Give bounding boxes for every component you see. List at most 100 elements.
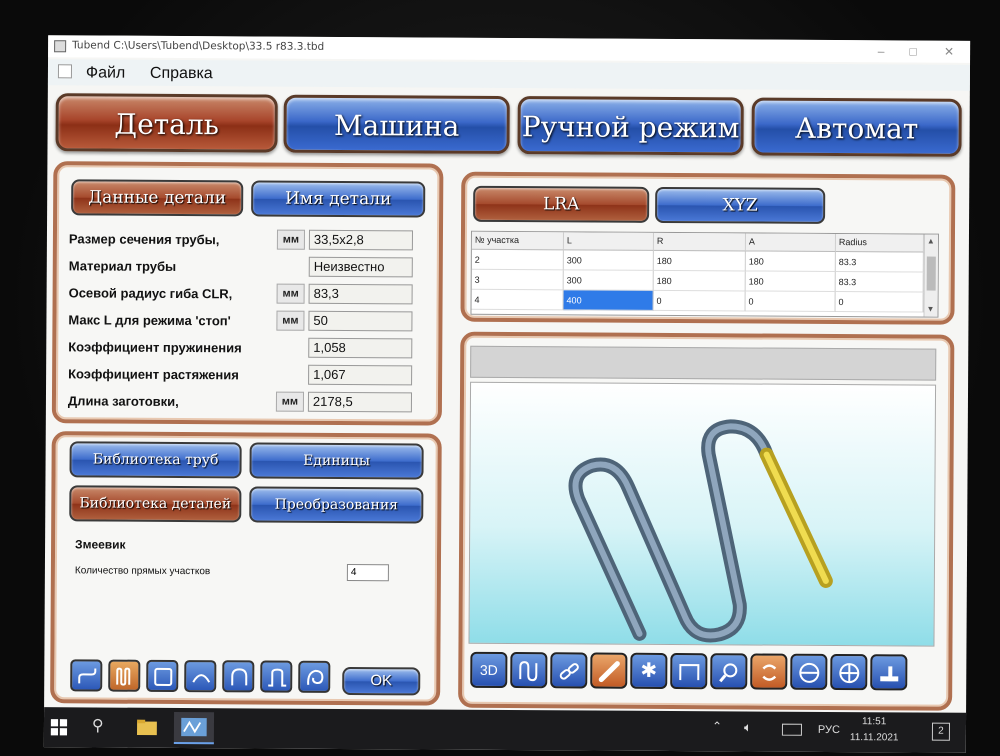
tube-library-button[interactable]: Библиотека труб [69, 441, 242, 479]
unit-label: мм [276, 283, 305, 304]
clr-field[interactable]: 83,3 [308, 283, 413, 305]
zoom-icon[interactable] [710, 653, 748, 690]
table-cell[interactable]: 0 [653, 290, 746, 312]
tubend-taskbar-icon[interactable] [173, 711, 215, 745]
tube-highlight [572, 423, 770, 639]
springback-field[interactable]: 1,058 [308, 337, 413, 359]
table-cell[interactable]: 0 [835, 292, 924, 313]
column-header: Radius [835, 234, 924, 253]
system-menu-icon[interactable] [57, 64, 73, 79]
rotate-icon[interactable] [750, 653, 788, 690]
field-label: Макс L для режима 'стоп' [68, 312, 231, 329]
unit-label: мм [276, 310, 305, 331]
table-cell[interactable]: 3 [471, 269, 564, 291]
3d-viewer[interactable] [468, 381, 937, 647]
minimize-button[interactable]: – [868, 43, 894, 59]
3d-view-icon[interactable]: 3D [470, 651, 508, 689]
table-scrollbar[interactable]: ▲ ▼ [923, 234, 938, 317]
tab-manual-mode[interactable]: Ручной режим [517, 96, 744, 156]
scroll-down-icon[interactable]: ▼ [926, 305, 934, 314]
table-cell[interactable]: 180 [745, 251, 836, 273]
u-shape-icon[interactable] [222, 660, 255, 693]
pipe-icon[interactable] [590, 652, 628, 689]
serpentine-shape-icon[interactable] [108, 659, 141, 692]
straight-count-label: Количество прямых участков [74, 565, 211, 578]
max-l-stop-field[interactable]: 50 [308, 310, 413, 332]
scroll-up-icon[interactable]: ▲ [927, 237, 935, 246]
straight-count-input[interactable]: 4 [346, 564, 389, 582]
table-cell[interactable]: 300 [563, 270, 654, 291]
elongation-field[interactable]: 1,067 [308, 364, 413, 386]
start-button[interactable] [50, 715, 70, 739]
tube-final-segment-highlight [763, 451, 829, 584]
loop-shape-icon[interactable] [298, 660, 331, 693]
hairpin-shape-icon[interactable] [260, 660, 293, 693]
chain-icon[interactable] [550, 652, 588, 689]
field-label: Осевой радиус гиба CLR, [68, 285, 233, 302]
table-cell[interactable]: 300 [563, 250, 654, 271]
blank-length-field[interactable]: 2178,5 [307, 391, 413, 413]
scroll-thumb[interactable] [926, 256, 936, 291]
units-button[interactable]: Единицы [249, 442, 424, 480]
app-window: Tubend C:\Users\Tubend\Desktop\33.5 r83.… [43, 35, 971, 753]
menu-help[interactable]: Справка [150, 65, 213, 83]
unit-label: мм [276, 229, 305, 250]
volume-icon[interactable]: 🔈︎ [744, 719, 752, 743]
frame-icon[interactable] [670, 653, 708, 690]
menu-file[interactable]: Файл [86, 64, 125, 82]
column-header: L [563, 232, 654, 251]
table-cell[interactable]: 83.3 [835, 252, 924, 273]
fit-all-icon[interactable] [830, 653, 868, 691]
app-icon [54, 40, 67, 53]
menu-bar: Файл Справка [47, 59, 971, 91]
tube-size-field[interactable]: 33,5x2,8 [308, 229, 413, 251]
tab-machine[interactable]: Машина [283, 94, 510, 155]
bend-path-icon[interactable] [510, 652, 548, 689]
tube-material-field[interactable]: Неизвестно [308, 256, 413, 278]
title-bar: Tubend C:\Users\Tubend\Desktop\33.5 r83.… [48, 35, 971, 63]
ok-button[interactable]: OK [342, 666, 421, 696]
close-button[interactable]: ✕ [936, 44, 962, 60]
table-cell[interactable]: 2 [471, 249, 564, 271]
table-cell-selected[interactable]: 400 [563, 290, 654, 311]
parts-library-button[interactable]: Библиотека деталей [69, 485, 242, 523]
notifications-icon[interactable]: 2 [931, 722, 951, 741]
star-icon[interactable]: ✱ [630, 652, 668, 689]
language-indicator[interactable]: РУС [818, 724, 840, 748]
clock-date[interactable]: 11.11.2021 [850, 732, 899, 753]
lra-tab[interactable]: LRA [473, 185, 650, 223]
shape-name: Змеевик [75, 537, 126, 552]
tube-model [568, 419, 833, 643]
part-name-tab[interactable]: Имя детали [251, 180, 426, 218]
table-cell[interactable]: 180 [745, 271, 836, 293]
xyz-tab[interactable]: XYZ [655, 186, 826, 224]
maximize-button[interactable]: □ [900, 43, 926, 59]
tab-automatic[interactable]: Автомат [751, 97, 962, 157]
tray-overflow-icon[interactable]: ⌃ [712, 719, 722, 743]
table-cell[interactable]: 4 [471, 289, 564, 311]
taskbar: ⚲ ⌃ 🔈︎ РУС 11:51 11.11.2021 2 [43, 707, 967, 753]
part-data-tab[interactable]: Данные детали [71, 179, 244, 217]
unit-label: мм [275, 391, 305, 412]
monitor-bezel: Tubend C:\Users\Tubend\Desktop\33.5 r83.… [0, 0, 1000, 756]
field-label: Коэффициент растяжения [68, 366, 239, 383]
table-cell[interactable]: 83.3 [835, 272, 924, 293]
field-label: Размер сечения трубы, [68, 231, 220, 248]
fit-vertical-icon[interactable] [790, 653, 828, 690]
offset-shape-icon[interactable] [70, 659, 103, 692]
arc-shape-icon[interactable] [184, 660, 217, 693]
rectangle-shape-icon[interactable] [146, 659, 179, 692]
search-icon[interactable]: ⚲ [92, 715, 116, 739]
viewer-status-bar [470, 345, 937, 381]
table-cell[interactable]: 0 [745, 291, 836, 313]
transformations-button[interactable]: Преобразования [249, 486, 424, 524]
machine-icon[interactable] [870, 654, 908, 691]
file-explorer-icon[interactable] [136, 716, 160, 740]
table-cell[interactable]: 180 [653, 250, 746, 272]
tab-detail[interactable]: Деталь [55, 93, 278, 153]
table-cell[interactable]: 180 [653, 270, 746, 292]
segments-table: № участка L R A Radius 2 300 180 180 83.… [470, 230, 939, 318]
keyboard-icon[interactable] [781, 723, 802, 736]
column-header: R [653, 232, 746, 252]
window-title: Tubend C:\Users\Tubend\Desktop\33.5 r83.… [72, 39, 325, 53]
